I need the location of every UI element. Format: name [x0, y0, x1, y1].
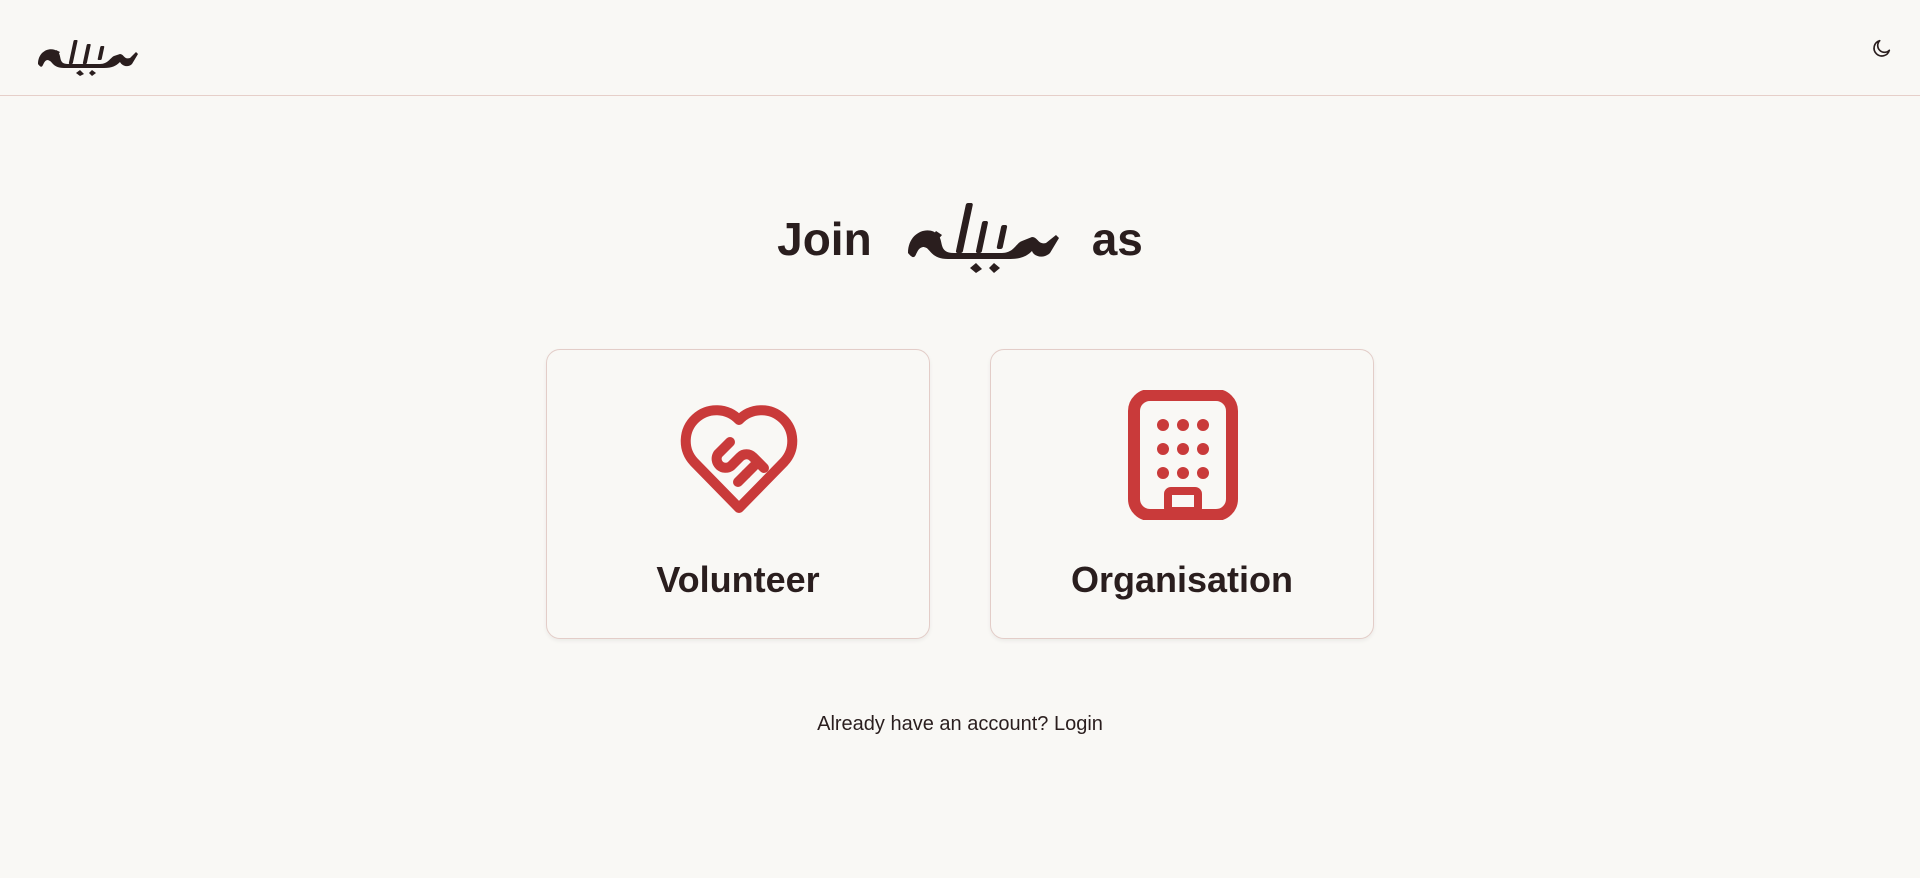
building-icon — [1128, 390, 1238, 520]
top-bar — [0, 0, 1920, 96]
login-prompt: Already have an account? Login — [0, 713, 1920, 736]
heart-handshake-icon — [680, 405, 798, 513]
organisation-label: Organisation — [1070, 559, 1294, 600]
theme-toggle-button[interactable] — [1860, 26, 1904, 70]
page-title: Join as — [0, 180, 1920, 280]
moon-icon — [1873, 39, 1891, 57]
login-prompt-text: Already have an account? — [817, 713, 1049, 735]
title-prefix: Join — [777, 213, 872, 265]
volunteer-card[interactable]: Volunteer — [546, 349, 930, 639]
role-selection: Volunteer Organisation — [546, 349, 1374, 639]
volunteer-label: Volunteer — [656, 559, 820, 600]
title-suffix: as — [1091, 213, 1143, 265]
brand-logo[interactable] — [34, 20, 140, 76]
brand-logo-large — [907, 203, 1059, 273]
login-link[interactable]: Login — [1054, 713, 1103, 735]
organisation-card[interactable]: Organisation — [990, 349, 1374, 639]
